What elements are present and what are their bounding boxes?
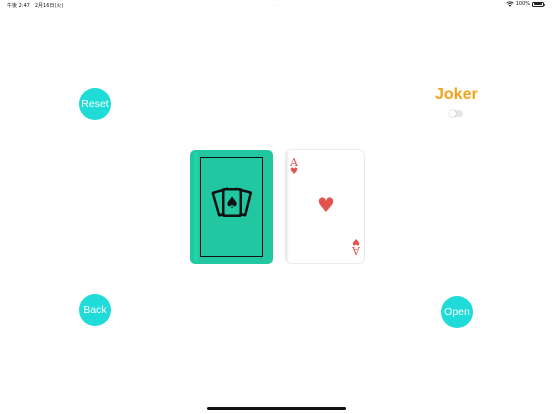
- status-date: 2月16日(火): [34, 3, 64, 9]
- wifi-icon: [506, 1, 514, 7]
- joker-toggle[interactable]: [449, 110, 463, 117]
- battery-level: [533, 3, 543, 5]
- home-indicator[interactable]: [207, 407, 346, 410]
- playing-cards-icon: ♠: [211, 187, 252, 217]
- joker-label: Joker: [435, 86, 478, 103]
- battery-icon: [532, 1, 545, 7]
- multitask-indicator[interactable]: ···: [274, 3, 280, 8]
- card-back-spade: ♠: [225, 193, 239, 212]
- battery-percent: 100%: [515, 1, 530, 7]
- card-rank-bottom: A: [352, 244, 360, 257]
- card-face-ace-of-hearts[interactable]: A ♥ ♥ ♥ A: [286, 150, 364, 263]
- card-back-stripe: [194, 152, 198, 262]
- status-bar-right: 100%: [506, 1, 545, 7]
- open-button[interactable]: Open: [441, 296, 473, 328]
- game-screen: 午後 2:47 2月16日(火) ··· 100% Reset Back Joke…: [0, 0, 552, 414]
- status-bar-left: 午後 2:47 2月16日(火): [7, 2, 68, 9]
- status-time: 午後 2:47: [7, 3, 30, 9]
- joker-toggle-knob[interactable]: [449, 110, 456, 117]
- card-back[interactable]: ♠: [190, 150, 273, 264]
- back-button[interactable]: Back: [79, 294, 111, 326]
- card-suit-top: ♥: [290, 167, 299, 177]
- reset-button[interactable]: Reset: [79, 88, 111, 120]
- card-suit-center: ♥: [317, 193, 335, 217]
